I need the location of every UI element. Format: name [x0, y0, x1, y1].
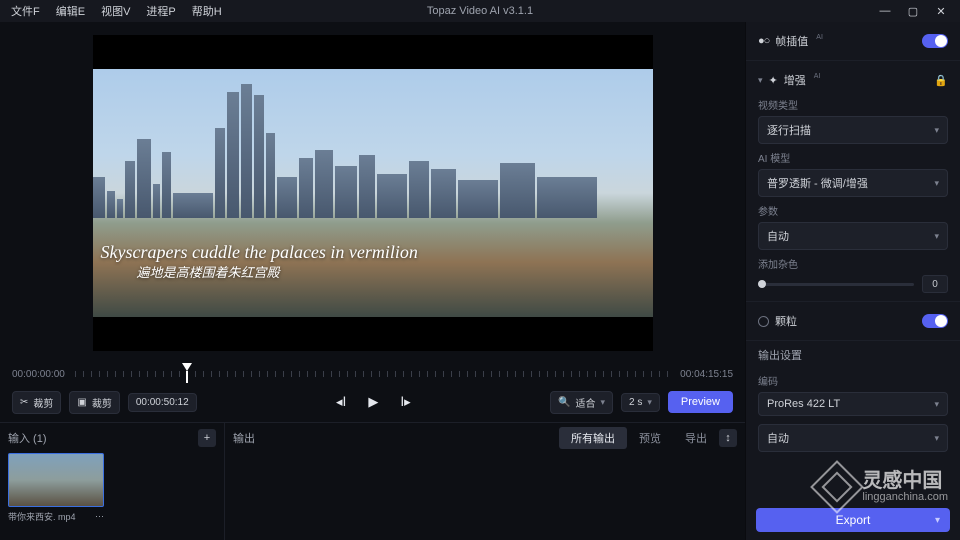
trim-start-label: 裁剪 [33, 395, 53, 410]
window-controls: — ▢ ✕ [874, 3, 952, 19]
frame-interp-toggle[interactable] [922, 34, 948, 48]
output-panel: 输出 所有输出 预览 导出 ↕ [225, 423, 745, 540]
menu-help[interactable]: 帮助H [185, 1, 229, 21]
settings-sidebar: ●○ 帧插值 AI ▾ ✦ 增强 AI 🔒 [745, 22, 960, 540]
subtitle-english: Skyscrapers cuddle the palaces in vermil… [101, 242, 418, 263]
chevron-down-icon: ▾ [647, 397, 652, 408]
maximize-button[interactable]: ▢ [902, 3, 924, 19]
trim-end-label: 裁剪 [92, 395, 112, 410]
video-type-value: 逐行扫描 [767, 122, 811, 138]
output-auto-select[interactable]: 自动 ▾ [758, 424, 948, 452]
add-input-button[interactable]: + [198, 429, 216, 447]
ai-model-select[interactable]: 普罗透斯 - 微调/增强 ▾ [758, 169, 948, 197]
magnifier-icon: 🔍 [558, 397, 570, 408]
app-title: Topaz Video AI v3.1.1 [427, 5, 533, 17]
menu-file[interactable]: 文件F [4, 1, 47, 21]
play-button[interactable]: ▶ [368, 394, 378, 410]
menu-view[interactable]: 视图V [94, 1, 137, 21]
codec-select[interactable]: ProRes 422 LT ▾ [758, 392, 948, 416]
section-grain: 颗粒 [746, 302, 960, 341]
chevron-down-icon: ▾ [934, 231, 939, 242]
menu-bar: 文件F 编辑E 视图V 进程P 帮助H [4, 1, 229, 21]
chevron-down-icon: ▾ [934, 125, 939, 136]
ai-model-label: AI 模型 [758, 150, 948, 165]
crop-icon: ▣ [77, 397, 86, 408]
grain-title: 颗粒 [775, 313, 797, 329]
lock-icon[interactable]: 🔒 [934, 74, 948, 87]
output-auto-value: 自动 [767, 430, 789, 446]
params-select[interactable]: 自动 ▾ [758, 222, 948, 250]
chevron-down-icon: ▾ [935, 515, 940, 526]
menu-edit[interactable]: 编辑E [49, 1, 92, 21]
input-panel-title: 输入 (1) [8, 430, 47, 446]
video-frame[interactable]: Skyscrapers cuddle the palaces in vermil… [93, 35, 653, 351]
extra-tone-label: 添加杂色 [758, 256, 948, 271]
scissors-icon: ✂ [20, 397, 28, 408]
prev-frame-button[interactable]: ◂Ⅰ [336, 394, 346, 410]
input-thumbnail[interactable] [8, 453, 104, 507]
extra-tone-value[interactable]: 0 [922, 275, 948, 293]
radio-icon [758, 316, 769, 327]
speed-label: 2 s [629, 397, 642, 408]
tab-export-outputs[interactable]: 导出 [673, 427, 719, 449]
transport-controls: ✂ 裁剪 ▣ 裁剪 00:00:50:12 ◂Ⅰ ▶ Ⅰ▸ 🔍 适合 ▾ [0, 386, 745, 422]
export-button[interactable]: Export ▾ [756, 508, 950, 532]
playhead[interactable] [182, 363, 192, 371]
subtitle-chinese: 遍地是高楼围着朱红宫殿 [137, 262, 280, 281]
codec-value: ProRes 422 LT [767, 398, 840, 410]
zoom-dropdown[interactable]: 🔍 适合 ▾ [550, 391, 613, 414]
timeline-start: 00:00:00:00 [12, 369, 65, 380]
chevron-down-icon[interactable]: ▾ [758, 75, 763, 86]
minimize-button[interactable]: — [874, 3, 896, 19]
timeline[interactable]: 00:00:00:00 00:04:15:15 [0, 362, 745, 386]
video-type-select[interactable]: 逐行扫描 ▾ [758, 116, 948, 144]
thumbnail-menu-icon[interactable]: ⋯ [95, 511, 104, 522]
dots-icon: ●○ [758, 35, 769, 47]
chevron-down-icon: ▾ [934, 178, 939, 189]
timeline-track[interactable] [75, 367, 670, 381]
trim-start-button[interactable]: ✂ 裁剪 [12, 391, 61, 414]
ai-badge-icon: AI [816, 34, 823, 41]
params-value: 自动 [767, 228, 789, 244]
section-frame-interpolation: ●○ 帧插值 AI [746, 22, 960, 61]
enhance-title: 增强 [784, 72, 806, 88]
codec-label: 编码 [758, 373, 948, 388]
chevron-down-icon: ▾ [600, 397, 605, 408]
ai-badge-icon: AI [814, 73, 821, 80]
title-bar: 文件F 编辑E 视图V 进程P 帮助H Topaz Video AI v3.1.… [0, 0, 960, 22]
timeline-end: 00:04:15:15 [680, 369, 733, 380]
section-enhance: ▾ ✦ 增强 AI 🔒 视频类型 逐行扫描 ▾ AI 模型 普罗透斯 - 微调/… [746, 61, 960, 302]
sparkle-icon: ✦ [769, 74, 778, 87]
next-frame-button[interactable]: Ⅰ▸ [400, 394, 410, 410]
output-panel-title: 输出 [233, 430, 255, 446]
close-button[interactable]: ✕ [930, 3, 952, 19]
params-label: 参数 [758, 203, 948, 218]
frame-interp-title: 帧插值 [775, 33, 808, 49]
input-panel: 输入 (1) + 带你来西安. mp4 ⋯ [0, 423, 225, 540]
timecode-field[interactable]: 00:00:50:12 [128, 393, 197, 412]
chevron-down-icon: ▾ [934, 399, 939, 410]
speed-dropdown[interactable]: 2 s ▾ [621, 393, 660, 412]
ai-model-value: 普罗透斯 - 微调/增强 [767, 175, 868, 191]
tab-all-outputs[interactable]: 所有输出 [559, 427, 627, 449]
section-output-settings: 编码 ProRes 422 LT ▾ 自动 ▾ [746, 365, 960, 460]
zoom-label: 适合 [575, 395, 595, 410]
extra-tone-slider[interactable] [758, 283, 914, 286]
preview-button[interactable]: Preview [668, 391, 733, 413]
tab-preview-outputs[interactable]: 预览 [627, 427, 673, 449]
preview-area: Skyscrapers cuddle the palaces in vermil… [0, 22, 745, 362]
video-type-label: 视频类型 [758, 97, 948, 112]
output-settings-header: 输出设置 [746, 341, 960, 365]
video-content: Skyscrapers cuddle the palaces in vermil… [93, 69, 653, 317]
grain-toggle[interactable] [922, 314, 948, 328]
export-label: Export [836, 513, 871, 527]
chevron-down-icon: ▾ [934, 433, 939, 444]
trim-end-button[interactable]: ▣ 裁剪 [69, 391, 119, 414]
sort-button[interactable]: ↕ [719, 429, 737, 447]
menu-process[interactable]: 进程P [139, 1, 182, 21]
input-filename: 带你来西安. mp4 [8, 510, 76, 523]
